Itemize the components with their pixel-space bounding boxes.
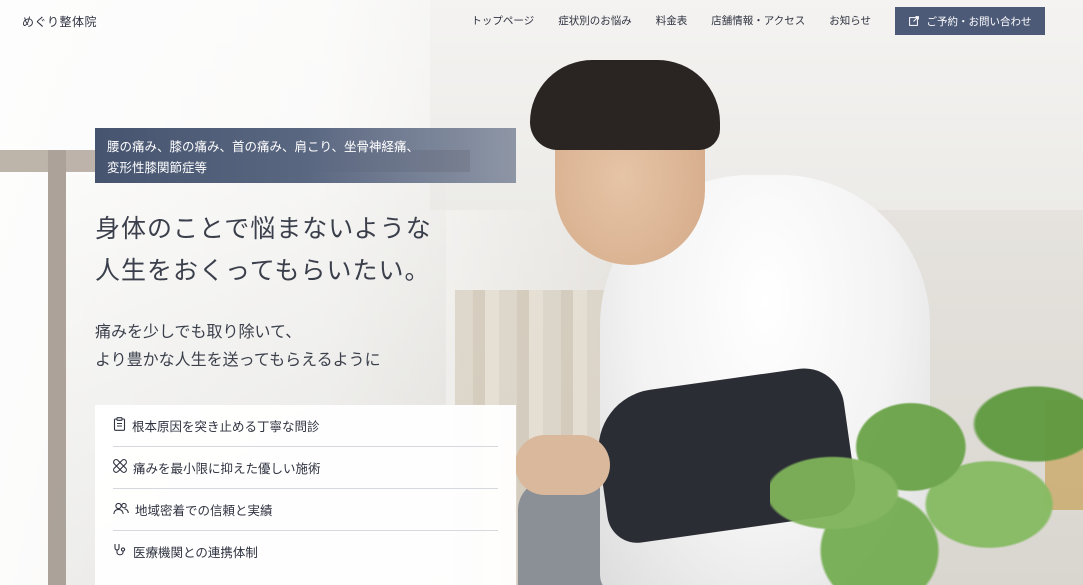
page: めぐり整体院 トップページ 症状別のお悩み 料金表 店舗情報・アクセス お知らせ… xyxy=(0,0,1083,585)
feature-label: 医療機関との連携体制 xyxy=(133,545,258,560)
feature-item: 医療機関との連携体制 xyxy=(113,531,498,572)
feature-item: 地域密着での信頼と実績 xyxy=(113,489,498,531)
reservation-button[interactable]: ご予約・お問い合わせ xyxy=(895,7,1045,35)
bandage-icon xyxy=(113,459,127,476)
feature-label: 痛みを最小限に抑えた優しい施術 xyxy=(133,461,321,476)
symptom-banner-line-2: 変形性膝関節症等 xyxy=(107,160,208,175)
site-header: めぐり整体院 トップページ 症状別のお悩み 料金表 店舗情報・アクセス お知らせ… xyxy=(0,0,1083,44)
site-logo[interactable]: めぐり整体院 xyxy=(22,13,97,30)
symptom-banner-line-1: 腰の痛み、膝の痛み、首の痛み、肩こり、坐骨神経痛、 xyxy=(107,139,420,154)
hero-headline-line-1: 身体のことで悩まないような xyxy=(95,214,432,243)
hero-subline: 痛みを少しでも取り除いて、 より豊かな人生を送ってもらえるように xyxy=(95,318,381,374)
feature-item: 根本原因を突き止める丁寧な問診 xyxy=(113,405,498,447)
stethoscope-icon xyxy=(113,543,127,560)
feature-item: 痛みを最小限に抑えた優しい施術 xyxy=(113,447,498,489)
hero-headline: 身体のことで悩まないような 人生をおくってもらいたい。 xyxy=(95,208,432,292)
feature-label: 地域密着での信頼と実績 xyxy=(135,503,273,518)
nav-item-access[interactable]: 店舗情報・アクセス xyxy=(699,7,817,35)
practitioner-hand-photo xyxy=(515,435,610,495)
nav-item-news[interactable]: お知らせ xyxy=(817,7,883,35)
plant-photo xyxy=(770,355,1083,585)
reservation-button-label: ご予約・お問い合わせ xyxy=(926,15,1032,28)
feature-list: 根本原因を突き止める丁寧な問診 痛みを最小限に抑えた優しい施術 地域密着での信頼… xyxy=(95,405,516,585)
nav-item-top[interactable]: トップページ xyxy=(459,7,546,35)
people-icon xyxy=(113,502,129,518)
main-nav: トップページ 症状別のお悩み 料金表 店舗情報・アクセス お知らせ ご予約・お問… xyxy=(459,7,1045,35)
symptom-banner: 腰の痛み、膝の痛み、首の痛み、肩こり、坐骨神経痛、 変形性膝関節症等 xyxy=(95,128,516,183)
hero-headline-line-2: 人生をおくってもらいたい。 xyxy=(95,256,431,285)
feature-label: 根本原因を突き止める丁寧な問診 xyxy=(132,419,320,434)
nav-item-symptoms[interactable]: 症状別のお悩み xyxy=(546,7,644,35)
nav-item-pricing[interactable]: 料金表 xyxy=(644,7,700,35)
external-link-icon xyxy=(908,16,919,26)
clipboard-icon xyxy=(113,417,126,434)
hero-subline-line-1: 痛みを少しでも取り除いて、 xyxy=(95,322,302,341)
hero-subline-line-2: より豊かな人生を送ってもらえるように xyxy=(95,350,381,369)
practitioner-hair-photo xyxy=(530,60,720,150)
